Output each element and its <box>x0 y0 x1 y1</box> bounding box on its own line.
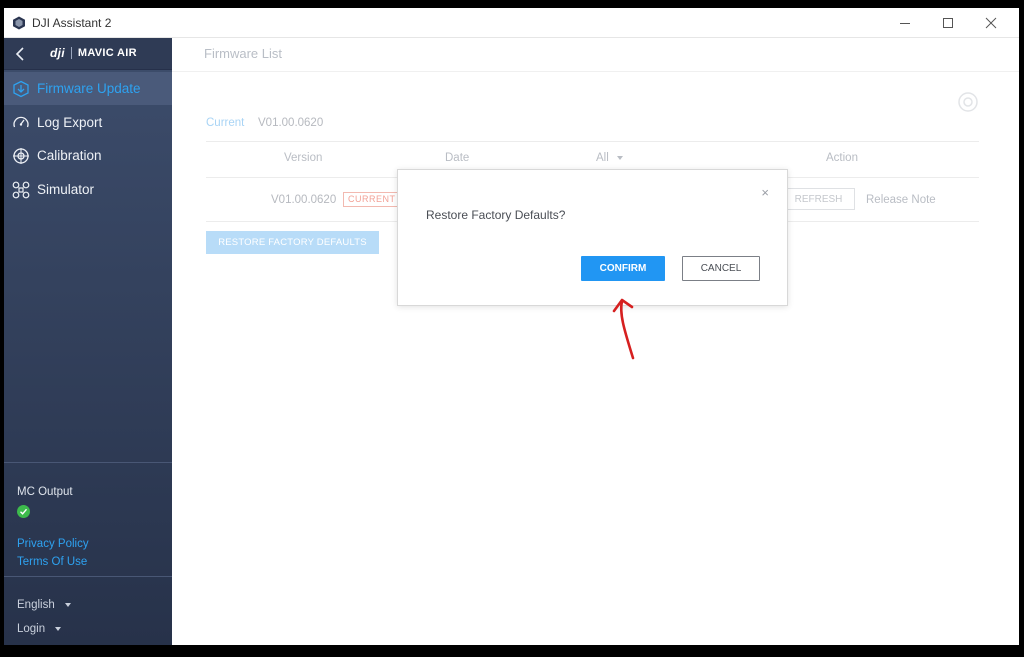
drone-icon <box>11 180 31 200</box>
sidebar-divider <box>4 462 172 463</box>
minimize-icon <box>900 23 910 24</box>
sidebar-item-label: Firmware Update <box>37 81 141 96</box>
title-bar: DJI Assistant 2 <box>4 8 1019 38</box>
dialog-message: Restore Factory Defaults? <box>426 208 566 222</box>
dialog-close-icon[interactable]: × <box>761 185 769 200</box>
page-title: Firmware List <box>204 46 283 61</box>
log-export-icon <box>11 113 31 133</box>
minimize-button[interactable] <box>890 12 920 34</box>
sidebar-item-simulator[interactable]: Simulator <box>4 173 172 206</box>
product-name: MAVIC AIR <box>77 47 137 59</box>
confirm-button[interactable]: CONFIRM <box>581 256 665 281</box>
sidebar-header: dji MAVIC AIR <box>4 38 172 70</box>
brand-separator <box>70 47 72 59</box>
privacy-policy-link[interactable]: Privacy Policy <box>17 538 89 550</box>
mc-output-label: MC Output <box>17 486 73 498</box>
refresh-button[interactable]: REFRESH <box>782 188 855 210</box>
app-window: DJI Assistant 2 dji MAVIC AIR Firmware U… <box>4 8 1019 645</box>
sidebar: dji MAVIC AIR Firmware Update Log Export… <box>4 38 172 645</box>
sidebar-item-label: Log Export <box>37 115 103 130</box>
firmware-icon <box>11 79 31 99</box>
current-version: V01.00.0620 <box>258 117 324 129</box>
language-value: English <box>17 599 55 611</box>
dji-logo: dji <box>50 46 65 60</box>
sidebar-divider <box>4 576 172 577</box>
column-header-version: Version <box>284 152 323 164</box>
release-note-link[interactable]: Release Note <box>866 194 936 206</box>
annotation-arrow-icon <box>612 298 635 360</box>
chevron-down-icon <box>55 627 62 631</box>
filter-value: All <box>596 152 609 164</box>
login-select[interactable]: Login <box>17 623 62 635</box>
calibration-icon <box>11 146 31 166</box>
brand: dji MAVIC AIR <box>50 46 137 60</box>
chevron-down-icon <box>616 155 623 160</box>
close-icon <box>985 17 997 29</box>
gear-icon[interactable] <box>957 91 979 113</box>
table-top-border <box>206 141 979 142</box>
cancel-button[interactable]: CANCEL <box>682 256 760 281</box>
column-filter-all[interactable]: All <box>596 152 623 164</box>
sidebar-item-calibration[interactable]: Calibration <box>4 139 172 172</box>
restore-factory-defaults-button[interactable]: RESTORE FACTORY DEFAULTS <box>206 231 379 254</box>
check-icon <box>17 505 30 518</box>
title-divider <box>172 71 1019 72</box>
maximize-icon <box>943 18 953 28</box>
login-label: Login <box>17 623 46 635</box>
sidebar-item-label: Simulator <box>37 182 95 197</box>
column-header-action: Action <box>826 152 858 164</box>
sidebar-item-log-export[interactable]: Log Export <box>4 106 172 139</box>
column-header-date: Date <box>445 152 470 164</box>
app-icon <box>13 16 25 30</box>
sidebar-item-label: Calibration <box>37 148 102 163</box>
language-select[interactable]: English <box>17 599 71 611</box>
row-version: V01.00.0620 <box>271 194 337 206</box>
main-content: Firmware List Current V01.00.0620 Versio… <box>172 38 1019 645</box>
current-badge: CURRENT <box>343 192 401 207</box>
terms-of-use-link[interactable]: Terms Of Use <box>17 556 87 568</box>
back-arrow-icon[interactable] <box>13 45 29 63</box>
maximize-button[interactable] <box>933 12 963 34</box>
sidebar-item-firmware-update[interactable]: Firmware Update <box>4 72 172 105</box>
confirm-dialog: × Restore Factory Defaults? CONFIRM CANC… <box>397 169 788 306</box>
chevron-down-icon <box>64 603 71 607</box>
close-button[interactable] <box>976 12 1006 34</box>
current-label: Current <box>206 117 245 129</box>
window-title: DJI Assistant 2 <box>32 16 112 30</box>
